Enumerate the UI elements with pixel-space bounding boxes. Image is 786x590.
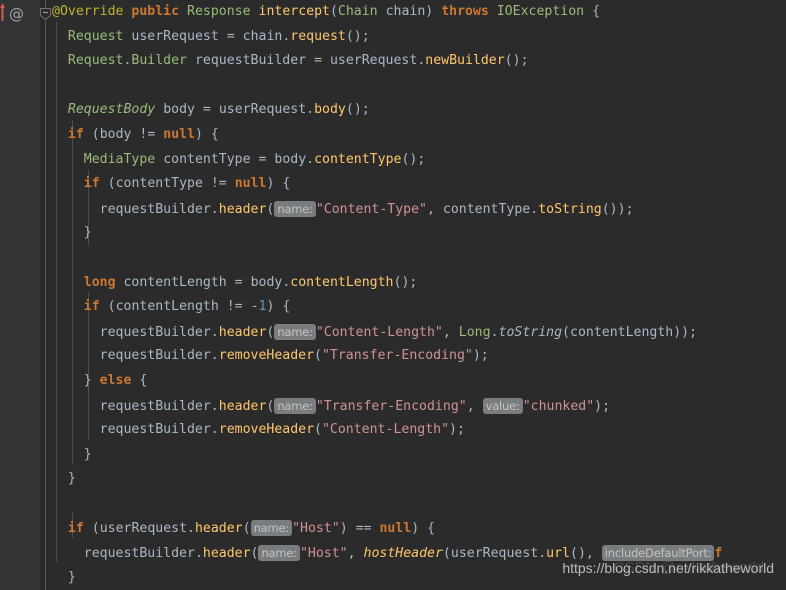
code-line[interactable]: if (contentLength != -1) { bbox=[52, 295, 786, 320]
param-hint-name: name: bbox=[258, 545, 300, 562]
param-hint-name: name: bbox=[250, 520, 293, 537]
code-line[interactable]: requestBuilder.header(name: "Content-Leng… bbox=[52, 320, 786, 345]
code-folding-strip[interactable] bbox=[40, 0, 52, 590]
code-line[interactable]: } bbox=[52, 221, 786, 246]
param-hint-name: name: bbox=[274, 323, 316, 340]
code-editor[interactable]: @ @Override public Response intercept(Ch… bbox=[0, 0, 786, 590]
param-hint-name: name: bbox=[274, 397, 316, 414]
indent-guide-4 bbox=[88, 292, 89, 440]
code-line[interactable]: requestBuilder.header(name: "Transfer-Enc… bbox=[52, 394, 786, 419]
override-marker-icon[interactable]: @ bbox=[9, 7, 24, 22]
code-line[interactable] bbox=[52, 492, 786, 517]
param-hint-name: name: bbox=[274, 200, 316, 217]
code-line[interactable]: requestBuilder.removeHeader("Transfer-En… bbox=[52, 344, 786, 369]
editor-gutter[interactable]: @ bbox=[0, 0, 40, 590]
param-hint-value: value: bbox=[482, 397, 523, 414]
code-line[interactable]: Request userRequest = chain.request(); bbox=[52, 25, 786, 50]
code-line[interactable]: long contentLength = body.contentLength(… bbox=[52, 271, 786, 296]
code-line[interactable] bbox=[52, 74, 786, 99]
token-annotation: @Override bbox=[52, 4, 124, 19]
code-content[interactable]: @Override public Response intercept(Chai… bbox=[52, 0, 786, 590]
code-line[interactable]: if (userRequest.header(name: "Host") == n… bbox=[52, 516, 786, 541]
code-line[interactable]: } else { bbox=[52, 369, 786, 394]
fold-region-line bbox=[45, 0, 46, 590]
code-line[interactable]: } bbox=[52, 467, 786, 492]
code-line[interactable]: RequestBody body = userRequest.body(); bbox=[52, 98, 786, 123]
code-line[interactable]: Request.Builder requestBuilder = userReq… bbox=[52, 49, 786, 74]
fold-collapse-icon[interactable] bbox=[40, 8, 51, 20]
code-line[interactable]: requestBuilder.removeHeader("Content-Len… bbox=[52, 418, 786, 443]
code-line[interactable]: MediaType contentType = body.contentType… bbox=[52, 148, 786, 173]
code-line[interactable]: } bbox=[52, 443, 786, 468]
code-line[interactable]: requestBuilder.header(name: "Content-Type… bbox=[52, 197, 786, 222]
code-line[interactable]: if (contentType != null) { bbox=[52, 172, 786, 197]
watermark-url: https://blog.csdn.net/rikkatheworld bbox=[562, 560, 774, 576]
code-line[interactable] bbox=[52, 246, 786, 271]
run-arrow-icon bbox=[0, 3, 5, 21]
code-line[interactable]: if (body != null) { bbox=[52, 123, 786, 148]
code-line[interactable]: @Override public Response intercept(Chai… bbox=[52, 0, 786, 25]
